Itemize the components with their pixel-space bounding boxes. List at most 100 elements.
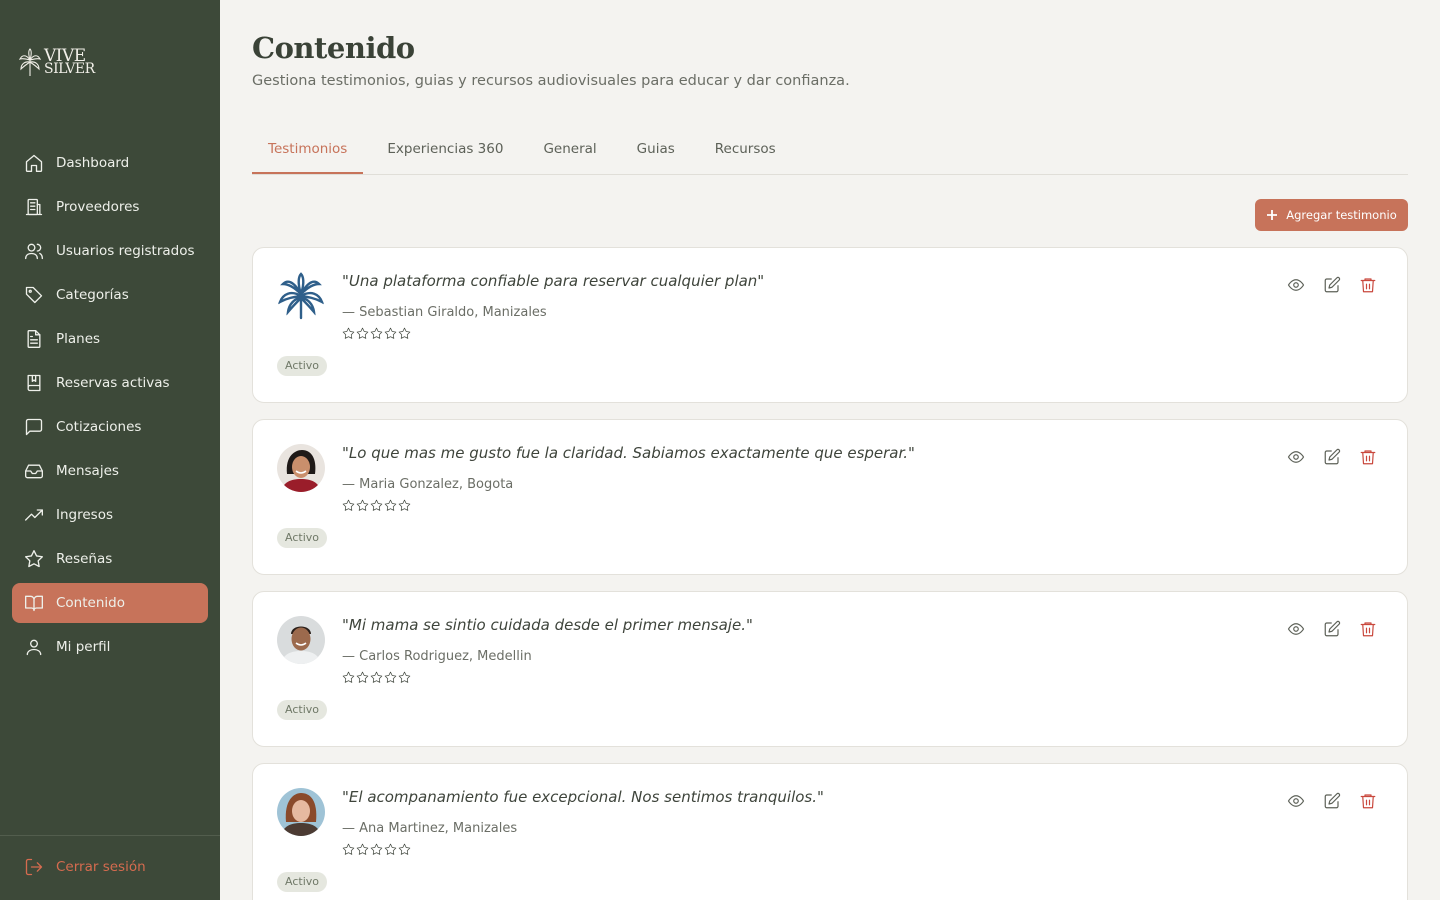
- star-outline-icon: [384, 671, 397, 683]
- tab-guias[interactable]: Guias: [621, 128, 691, 174]
- sidebar-item-ingresos[interactable]: Ingresos: [12, 495, 208, 535]
- file-icon: [27, 330, 41, 348]
- brand-logo[interactable]: VIVE SILVER: [18, 48, 95, 78]
- content-tabs: Testimonios Experiencias 360 General Gui…: [252, 128, 1408, 175]
- sidebar-item-label: Proveedores: [56, 199, 140, 215]
- sidebar-item-mi-perfil[interactable]: Mi perfil: [12, 627, 208, 667]
- sidebar: VIVE SILVER Dashboard Proveedores Usuari…: [0, 0, 220, 900]
- delete-button[interactable]: [1359, 276, 1377, 294]
- add-testimonial-button[interactable]: Agregar testimonio: [1255, 199, 1408, 231]
- edit-button[interactable]: [1323, 792, 1341, 810]
- avatar: [277, 272, 325, 320]
- add-testimonial-label: Agregar testimonio: [1286, 208, 1397, 222]
- palm-logo-icon: [277, 272, 325, 320]
- testimonial-quote: "Una plataforma confiable para reservar …: [342, 272, 765, 290]
- edit-button[interactable]: [1323, 620, 1341, 638]
- sidebar-item-label: Mensajes: [56, 463, 119, 479]
- sidebar-item-label: Reservas activas: [56, 375, 170, 391]
- delete-button[interactable]: [1359, 448, 1377, 466]
- star-outline-icon: [342, 671, 355, 683]
- testimonial-author: — Carlos Rodriguez, Medellin: [342, 649, 532, 664]
- testimonial-card: "El acompanamiento fue excepcional. Nos …: [252, 763, 1408, 900]
- delete-button[interactable]: [1359, 620, 1377, 638]
- eye-icon: [1287, 623, 1305, 635]
- eye-icon: [1287, 279, 1305, 291]
- view-button[interactable]: [1287, 792, 1305, 810]
- avatar: [277, 616, 325, 664]
- sidebar-item-label: Cotizaciones: [56, 419, 142, 435]
- star-outline-icon: [398, 671, 411, 683]
- rating-stars: [342, 671, 411, 684]
- edit-icon: [1324, 448, 1341, 465]
- sidebar-item-label: Contenido: [56, 595, 125, 611]
- view-button[interactable]: [1287, 276, 1305, 294]
- star-outline-icon: [356, 499, 369, 511]
- sidebar-item-label: Mi perfil: [56, 639, 111, 655]
- star-outline-icon: [398, 499, 411, 511]
- card-actions: [1287, 620, 1377, 638]
- testimonial-quote: "Lo que mas me gusto fue la claridad. Sa…: [342, 444, 915, 462]
- sidebar-item-dashboard[interactable]: Dashboard: [12, 143, 208, 183]
- sidebar-item-resenas[interactable]: Reseñas: [12, 539, 208, 579]
- sidebar-nav: Dashboard Proveedores Usuarios registrad…: [12, 143, 208, 671]
- avatar: [277, 444, 325, 492]
- sidebar-item-label: Planes: [56, 331, 101, 347]
- inbox-icon: [25, 464, 43, 479]
- sidebar-divider: [0, 835, 220, 836]
- testimonial-quote: "El acompanamiento fue excepcional. Nos …: [342, 788, 824, 806]
- brand-name: VIVE SILVER: [44, 48, 95, 77]
- star-outline-icon: [384, 499, 397, 511]
- trending-up-icon: [25, 509, 43, 521]
- edit-icon: [1324, 276, 1341, 293]
- view-button[interactable]: [1287, 620, 1305, 638]
- card-actions: [1287, 448, 1377, 466]
- person-avatar-icon: [277, 616, 325, 664]
- card-actions: [1287, 792, 1377, 810]
- star-outline-icon: [370, 327, 383, 339]
- brand-line2: SILVER: [44, 61, 95, 77]
- sidebar-item-label: Dashboard: [56, 155, 130, 171]
- book-open-icon: [25, 595, 43, 612]
- view-button[interactable]: [1287, 448, 1305, 466]
- message-square-icon: [25, 418, 43, 436]
- sidebar-item-label: Categorías: [56, 287, 129, 303]
- delete-button[interactable]: [1359, 792, 1377, 810]
- sidebar-item-planes[interactable]: Planes: [12, 319, 208, 359]
- sidebar-item-reservas[interactable]: Reservas activas: [12, 363, 208, 403]
- edit-button[interactable]: [1323, 276, 1341, 294]
- sidebar-item-contenido[interactable]: Contenido: [12, 583, 208, 623]
- eye-icon: [1287, 795, 1305, 807]
- status-badge: Activo: [277, 700, 327, 720]
- sidebar-item-cotizaciones[interactable]: Cotizaciones: [12, 407, 208, 447]
- edit-button[interactable]: [1323, 448, 1341, 466]
- star-outline-icon: [356, 843, 369, 855]
- building-icon: [25, 198, 43, 216]
- home-icon: [25, 154, 43, 172]
- logout-button[interactable]: Cerrar sesión: [24, 857, 146, 877]
- trash-icon: [1360, 794, 1376, 809]
- sidebar-item-mensajes[interactable]: Mensajes: [12, 451, 208, 491]
- tab-experiencias-360[interactable]: Experiencias 360: [371, 128, 519, 174]
- star-outline-icon: [342, 499, 355, 511]
- status-badge: Activo: [277, 872, 327, 892]
- star-outline-icon: [356, 327, 369, 339]
- sidebar-item-usuarios[interactable]: Usuarios registrados: [12, 231, 208, 271]
- star-outline-icon: [398, 843, 411, 855]
- star-icon: [25, 550, 43, 568]
- sidebar-item-categorias[interactable]: Categorías: [12, 275, 208, 315]
- person-avatar-icon: [277, 444, 325, 492]
- tab-general[interactable]: General: [527, 128, 612, 174]
- tab-recursos[interactable]: Recursos: [699, 128, 792, 174]
- trash-icon: [1360, 622, 1376, 637]
- star-outline-icon: [398, 327, 411, 339]
- page-title: Contenido: [252, 31, 415, 65]
- tag-icon: [25, 286, 43, 304]
- card-actions: [1287, 276, 1377, 294]
- page-subtitle: Gestiona testimonios, guias y recursos a…: [252, 73, 850, 89]
- edit-icon: [1324, 792, 1341, 809]
- tab-testimonios[interactable]: Testimonios: [252, 128, 364, 174]
- star-outline-icon: [342, 327, 355, 339]
- sidebar-item-label: Reseñas: [56, 551, 113, 567]
- eye-icon: [1287, 451, 1305, 463]
- sidebar-item-proveedores[interactable]: Proveedores: [12, 187, 208, 227]
